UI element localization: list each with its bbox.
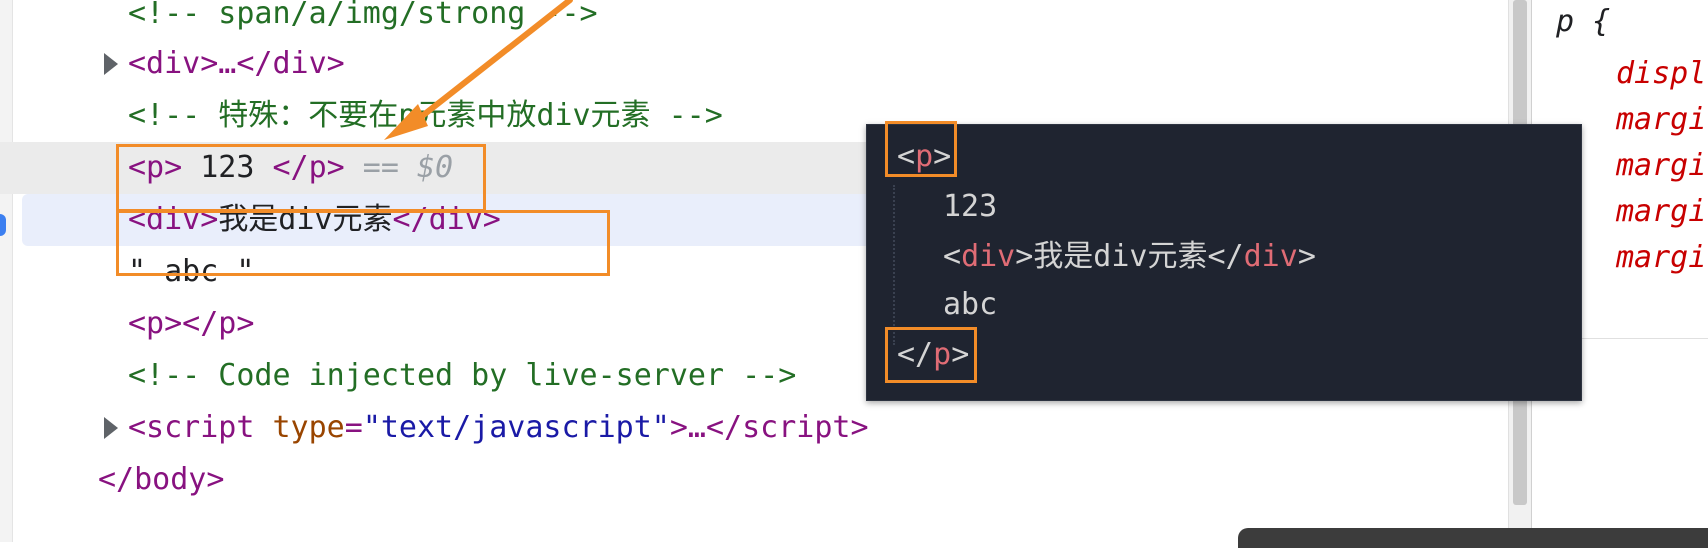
bracket: < [943, 239, 962, 274]
dom-node-comment-inline[interactable]: <!-- span/a/img/strong --> [0, 0, 1508, 40]
css-selector[interactable]: p { [1556, 0, 1610, 44]
css-property[interactable]: margi [1616, 190, 1706, 234]
css-property[interactable]: margi [1616, 98, 1706, 142]
bracket: > [1297, 239, 1316, 274]
tooltip-text-abc: abc [943, 287, 998, 322]
bracket: </ [1207, 239, 1244, 274]
node-content: <script type="text/javascript">…</script… [128, 402, 869, 454]
annotation-box-div [116, 210, 610, 276]
div-text: 我是div元素 [1033, 239, 1208, 274]
tooltip-div-line: <div>我是div元素</div> [943, 231, 1316, 283]
css-property[interactable]: margi [1616, 236, 1706, 280]
node-tag: </body> [98, 462, 225, 497]
indent-guide [893, 185, 895, 345]
tooltip-text-123: 123 [943, 189, 998, 224]
dom-node-script[interactable]: <script type="text/javascript">…</script… [0, 402, 1508, 454]
css-property[interactable]: margi [1616, 144, 1706, 188]
css-property[interactable]: displ [1616, 52, 1706, 96]
node-tag: <p></p> [128, 306, 255, 341]
tag-name: div [961, 239, 1016, 274]
comment-text: <!-- 特殊：不要在p元素中放div元素 --> [128, 98, 723, 133]
dom-node-div-collapsed[interactable]: <div>…</div> [0, 38, 1508, 90]
script-end: > [850, 410, 869, 445]
expand-triangle-icon[interactable] [104, 53, 118, 75]
bottom-scrollbar[interactable] [1238, 528, 1708, 548]
expand-triangle-icon[interactable] [104, 417, 118, 439]
attr-value: "text/javascript" [362, 410, 670, 445]
node-tag: <div>…</div> [128, 46, 345, 81]
script-rest: >…</ [669, 410, 743, 445]
bracket: > [1015, 239, 1034, 274]
attr-eq: = [344, 410, 363, 445]
dom-node-body-close[interactable]: </body> [0, 454, 1508, 506]
script-close-name: script [742, 410, 851, 445]
attr-name: type [254, 410, 345, 445]
annotation-box-tooltip-close [885, 327, 977, 383]
annotation-box-tooltip-open [885, 121, 957, 177]
annotation-box-p [116, 144, 486, 212]
tag-name: div [1243, 239, 1298, 274]
script-open: <script [128, 410, 255, 445]
structure-tooltip: <p> 123 <div>我是div元素</div> abc </p> [866, 121, 1582, 401]
comment-text: <!-- Code injected by live-server --> [128, 358, 797, 393]
comment-text: <!-- span/a/img/strong --> [128, 0, 598, 31]
